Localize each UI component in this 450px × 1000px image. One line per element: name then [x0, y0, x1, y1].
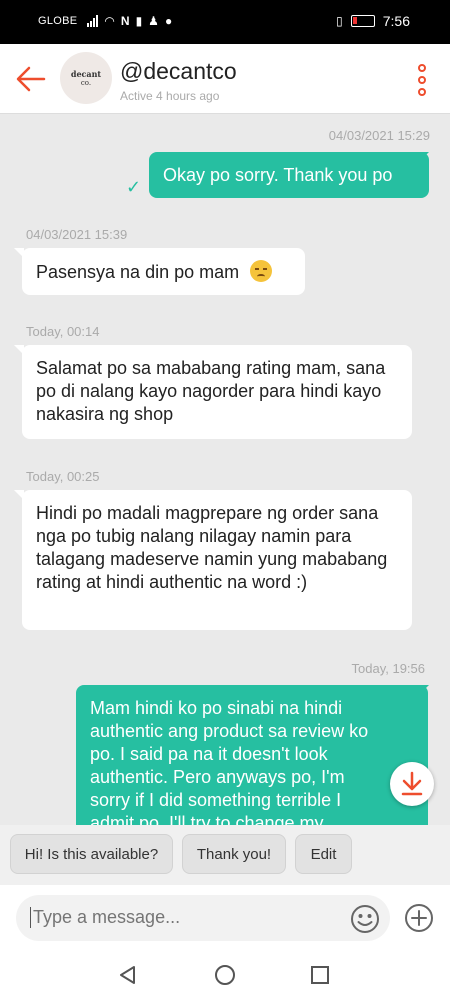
chat-header: decant co. @decantco Active 4 hours ago	[0, 44, 450, 114]
carrier-label: GLOBE	[38, 15, 78, 27]
message-text: Mam hindi ko po sinabi na hindi authenti…	[90, 698, 369, 825]
message-bubble-incoming[interactable]: Pasensya na din po mam	[22, 248, 305, 295]
message-bubble-incoming[interactable]: Hindi po madali magprepare ng order sana…	[22, 490, 412, 630]
bubble-tail	[419, 685, 429, 695]
sim-icon: ▮	[135, 14, 143, 28]
timestamp: Today, 19:56	[351, 661, 425, 676]
shop-name[interactable]: @decantco	[120, 58, 237, 85]
system-navigation-bar	[0, 952, 450, 1000]
timestamp: 04/03/2021 15:39	[26, 227, 128, 242]
chat-area[interactable]: 04/03/2021 15:29 ✓ Okay po sorry. Thank …	[0, 115, 450, 825]
message-text: Okay po sorry. Thank you po	[163, 165, 393, 185]
recents-nav-icon[interactable]	[310, 965, 330, 985]
avatar-text-1: decant	[70, 69, 102, 79]
message-text: Pasensya na din po mam	[36, 262, 240, 282]
bubble-tail	[419, 152, 429, 162]
home-nav-icon[interactable]	[214, 964, 236, 986]
status-left: GLOBE ◠ N ▮ ♟ ●	[38, 15, 172, 27]
emoji-smiley-icon[interactable]	[350, 904, 380, 934]
back-arrow-icon[interactable]	[14, 64, 48, 94]
weary-face-emoji-icon	[250, 260, 273, 282]
status-right: ▯ 7:56	[336, 13, 410, 29]
quick-reply-chip[interactable]: Hi! Is this available?	[10, 834, 173, 874]
read-check-icon: ✓	[126, 177, 142, 197]
message-input-container[interactable]	[16, 895, 390, 941]
wifi-icon: ◠	[104, 14, 115, 28]
timestamp: Today, 00:14	[26, 324, 100, 339]
person-icon: ♟	[148, 14, 159, 28]
clock: 7:56	[382, 13, 410, 29]
active-status: Active 4 hours ago	[120, 89, 220, 103]
quick-reply-chip[interactable]: Thank you!	[182, 834, 286, 874]
back-nav-icon[interactable]	[117, 964, 139, 986]
message-bubble-incoming[interactable]: Salamat po sa mababang rating mam, sana …	[22, 345, 412, 439]
add-attachment-icon[interactable]	[404, 903, 434, 933]
signal-icon	[87, 15, 99, 27]
nfc-icon: N	[120, 14, 130, 28]
shop-avatar[interactable]: decant co.	[60, 52, 112, 104]
message-text: Salamat po sa mababang rating mam, sana …	[36, 358, 386, 424]
message-text: Hindi po madali magprepare ng order sana…	[36, 503, 388, 592]
message-input[interactable]	[30, 907, 320, 928]
more-options-icon[interactable]	[414, 64, 430, 96]
edit-quick-replies-button[interactable]: Edit	[295, 834, 352, 874]
message-bubble-outgoing[interactable]: Okay po sorry. Thank you po	[149, 152, 429, 198]
avatar-text-2: co.	[80, 79, 92, 87]
message-input-bar	[0, 885, 450, 952]
scroll-to-bottom-button[interactable]	[390, 762, 434, 806]
message-bubble-outgoing[interactable]: Mam hindi ko po sinabi na hindi authenti…	[76, 685, 428, 825]
timestamp: Today, 00:25	[26, 469, 100, 484]
battery-icon	[350, 15, 375, 27]
vibrate-icon: ▯	[336, 14, 343, 28]
messenger-icon: ●	[164, 14, 173, 28]
timestamp: 04/03/2021 15:29	[328, 128, 430, 143]
quick-replies-bar: Hi! Is this available? Thank you! Edit	[0, 825, 450, 885]
download-arrow-icon	[401, 771, 423, 796]
status-bar: GLOBE ◠ N ▮ ♟ ● ▯ 7:56	[0, 0, 450, 44]
